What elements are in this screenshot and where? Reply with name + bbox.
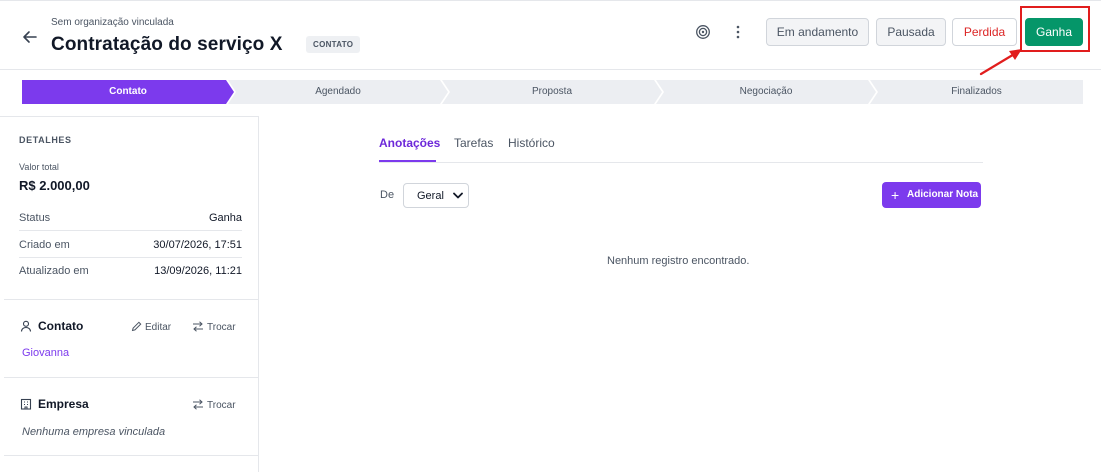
detail-label: Criado em [19,239,70,251]
pipeline-stage-label: Agendado [315,86,361,97]
contact-name-link[interactable]: Giovanna [22,347,69,359]
filter-select[interactable]: Geral [403,183,469,208]
section-divider [4,299,258,300]
section-divider [4,377,258,378]
empty-state-message: Nenhum registro encontrado. [607,255,750,267]
filter-value: Geral [417,190,444,202]
swap-label: Trocar [207,400,236,411]
swap-contact-link[interactable]: Trocar [192,321,236,333]
tabs-divider [379,162,983,163]
add-note-label: Adicionar Nota [907,189,979,200]
swap-icon [193,399,203,410]
annotation-arrow [979,49,1022,76]
page-title: Contratação do serviço X [51,34,283,55]
pipeline-stage-label: Negociação [739,86,793,97]
annotation-highlight-box [1020,6,1090,52]
active-tab-indicator [379,160,436,162]
total-value-label: Valor total [19,162,59,172]
edit-contact-link[interactable]: Editar [131,321,171,333]
building-icon [20,398,32,410]
tab-anotacoes[interactable]: Anotações [379,136,440,150]
detail-row-updated: Atualizado em 13/09/2026, 11:21 [19,258,242,284]
pipeline-stage-finalizados[interactable]: Finalizados [870,80,1083,104]
pipeline-stage-label: Proposta [531,86,573,97]
pipeline-stage-negociacao[interactable]: Negociação [656,80,876,104]
target-icon[interactable] [695,24,711,40]
pipeline-stage-contato[interactable]: Contato [22,80,234,104]
paused-button[interactable]: Pausada [876,18,946,46]
add-note-button[interactable]: + Adicionar Nota [882,182,981,208]
plus-icon: + [891,187,900,203]
section-divider [4,455,258,456]
pipeline-stage-proposta[interactable]: Proposta [442,80,662,104]
deal-header: Sem organização vinculada Contratação do… [0,0,1101,76]
organization-label: Sem organização vinculada [51,17,174,28]
company-title: Empresa [38,397,89,411]
filter-label: De [380,189,395,201]
details-heading: DETALHES [19,135,72,145]
lost-button[interactable]: Perdida [952,18,1017,46]
pencil-icon [131,321,142,332]
tab-tarefas[interactable]: Tarefas [454,136,493,150]
contact-title: Contato [38,319,84,333]
detail-value: Ganha [208,212,242,224]
pipeline-stage-agendado[interactable]: Agendado [228,80,448,104]
in-progress-button[interactable]: Em andamento [766,18,869,46]
detail-row-created: Criado em 30/07/2026, 17:51 [19,232,242,258]
pipeline-stage-label: Contato [109,86,147,97]
edit-label: Editar [145,322,172,333]
back-arrow-icon[interactable] [20,27,40,47]
detail-label: Atualizado em [19,265,89,277]
detail-value: 13/09/2026, 11:21 [154,265,242,277]
swap-company-link[interactable]: Trocar [192,399,236,411]
detail-row-status: Status Ganha [19,205,242,231]
company-empty-text: Nenhuma empresa vinculada [22,426,166,438]
pipeline-stages: Contato Agendado Proposta Negociação Fin… [22,80,1083,104]
pipeline-stage-label: Finalizados [951,86,1002,97]
more-vertical-icon[interactable] [731,23,745,41]
swap-icon [193,321,203,332]
user-icon [20,320,32,332]
detail-value: 30/07/2026, 17:51 [153,239,242,251]
detail-label: Status [19,212,51,224]
details-sidebar: DETALHES Valor total R$ 2.000,00 Status … [0,116,259,472]
tab-historico[interactable]: Histórico [508,136,555,150]
total-value: R$ 2.000,00 [19,178,90,193]
swap-label: Trocar [207,322,236,333]
chevron-down-icon [453,192,463,199]
stage-badge: CONTATO [306,36,361,53]
